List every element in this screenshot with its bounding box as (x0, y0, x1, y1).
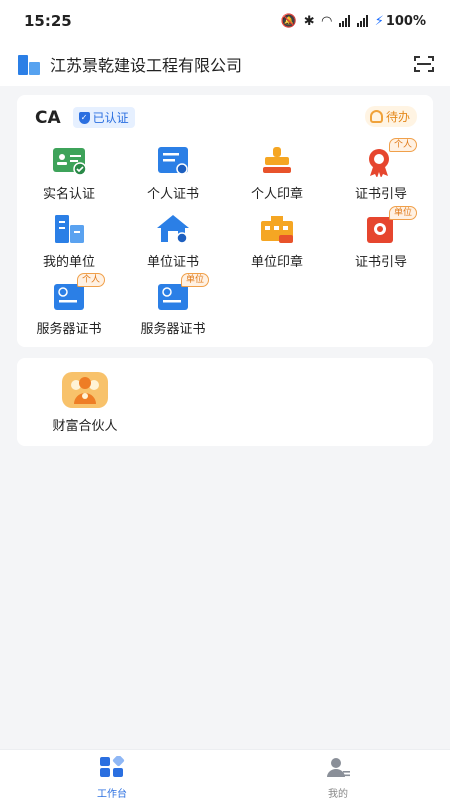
server-cert-icon: 个人 (49, 273, 105, 312)
grid-item-label: 证书引导 (354, 255, 407, 270)
ca-header: CA ✓ 已认证 (35, 107, 135, 128)
ca-card: CA ✓ 已认证 待办 实名认证 个人证书 个人印章 个人 证书引导 我的单位 … (17, 95, 433, 347)
grid-item-label: 证书引导 (354, 187, 407, 202)
tab-workbench[interactable]: 工作台 (72, 754, 152, 800)
app-header: 江苏景乾建设工程有限公司 (0, 42, 450, 86)
grid-item-label: 个人证书 (146, 187, 199, 202)
workbench-icon (100, 754, 125, 777)
grid-item-personal-cert[interactable]: 个人证书 (121, 145, 225, 202)
grid-item-my-unit[interactable]: 我的单位 (17, 213, 121, 270)
company-name[interactable]: 江苏景乾建设工程有限公司 (50, 52, 414, 76)
personal-tag-badge: 个人 (388, 138, 417, 152)
grid-item-cert-guide-unit[interactable]: 单位 证书引导 (329, 206, 433, 270)
grid-item-unit-cert[interactable]: 单位证书 (121, 213, 225, 270)
grid-item-personal-seal[interactable]: 个人印章 (225, 145, 329, 202)
grid-item-label: 服务器证书 (140, 322, 206, 337)
partner-label: 财富合伙人 (52, 419, 118, 434)
charging-icon: ⚡ (374, 13, 384, 29)
verified-badge: ✓ 已认证 (72, 107, 135, 128)
company-logo-icon (16, 53, 42, 75)
scan-icon[interactable] (414, 56, 434, 72)
signal-icon (338, 15, 350, 27)
tab-label: 我的 (328, 789, 348, 800)
ca-title: CA (35, 107, 61, 128)
id-card-check-icon (49, 145, 89, 177)
tab-mine[interactable]: 我的 (298, 756, 378, 800)
user-icon (327, 758, 350, 777)
grid-item-server-cert-unit[interactable]: 单位 服务器证书 (121, 273, 225, 337)
shield-check-icon: ✓ (78, 111, 90, 124)
battery-indicator: ⚡ 100% (375, 14, 426, 29)
todo-label: 待办 (385, 110, 410, 124)
grid-item-label: 单位证书 (146, 255, 199, 270)
todo-button[interactable]: 待办 (364, 106, 417, 127)
certificate-icon (153, 145, 193, 177)
bell-icon (369, 110, 383, 123)
personal-tag-badge: 个人 (76, 273, 105, 287)
grid-item-label: 个人印章 (250, 187, 303, 202)
partner-card: 财富合伙人 (17, 358, 433, 446)
bottom-tabbar: 工作台 我的 (0, 749, 450, 800)
status-icons: 🔕 ✱ ◠ ⚡ 100% (281, 14, 426, 29)
unit-tag-badge: 单位 (180, 273, 209, 287)
house-badge-icon (153, 213, 193, 245)
status-bar: 15:25 🔕 ✱ ◠ ⚡ 100% (0, 0, 450, 42)
signal-icon-2 (356, 15, 368, 27)
wifi-icon: ◠ (321, 13, 332, 29)
grid-item-label: 实名认证 (42, 187, 95, 202)
document-award-icon: 单位 (361, 206, 417, 245)
grid-item-label: 单位印章 (250, 255, 303, 270)
mute-icon: 🔕 (280, 13, 297, 29)
server-cert-icon: 单位 (153, 273, 209, 312)
grid-item-label: 服务器证书 (36, 322, 102, 337)
partner-people-icon (62, 372, 108, 408)
grid-item-real-name-auth[interactable]: 实名认证 (17, 145, 121, 202)
grid-item-cert-guide-personal[interactable]: 个人 证书引导 (329, 138, 433, 202)
status-time: 15:25 (24, 12, 72, 30)
grid-item-server-cert-personal[interactable]: 个人 服务器证书 (17, 273, 121, 337)
award-ribbon-icon: 个人 (361, 138, 417, 178)
building-icon (49, 213, 89, 245)
tab-label: 工作台 (97, 789, 127, 800)
bluetooth-icon: ✱ (303, 13, 315, 29)
verified-label: 已认证 (92, 111, 129, 125)
grid-item-unit-seal[interactable]: 单位印章 (225, 213, 329, 270)
battery-level: 100% (385, 13, 426, 29)
wealth-partner-item[interactable]: 财富合伙人 (45, 372, 125, 434)
stamp-icon (257, 145, 297, 177)
unit-tag-badge: 单位 (388, 206, 417, 220)
grid-item-label: 我的单位 (42, 255, 95, 270)
building-seal-icon (257, 213, 297, 245)
